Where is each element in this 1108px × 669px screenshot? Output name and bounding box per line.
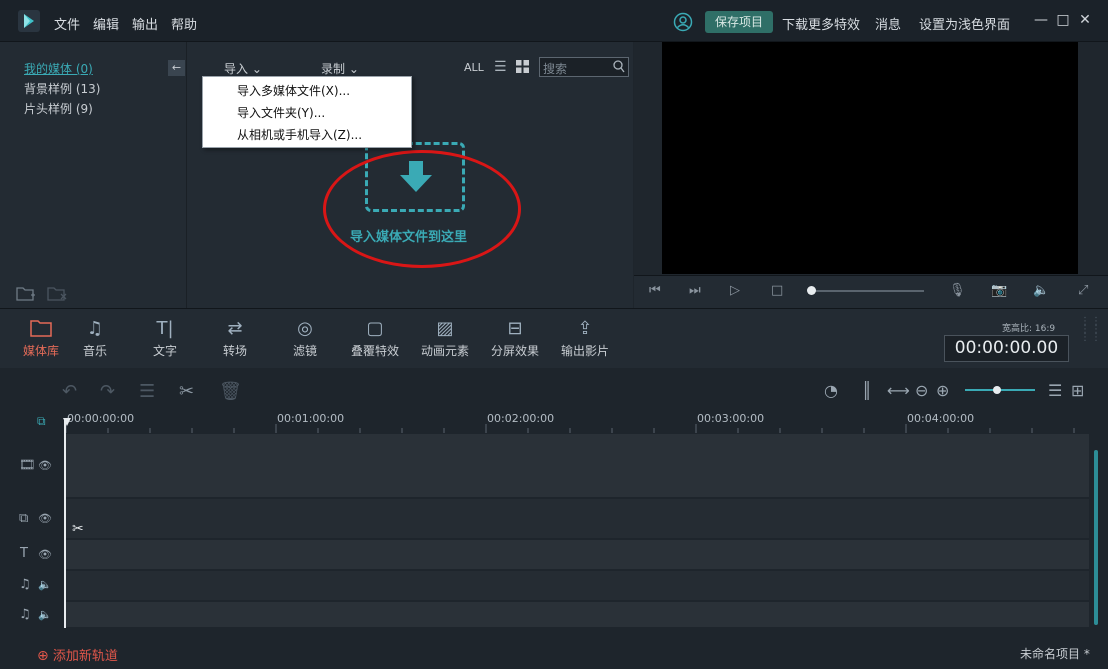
library-my-media[interactable]: 我的媒体 (0) xyxy=(24,60,93,77)
tab-transition[interactable]: ⇄ 转场 xyxy=(200,309,270,369)
music-note-icon: ♫ xyxy=(86,318,104,339)
filter-icon: ◎ xyxy=(297,318,313,339)
import-dropdown-menu: 导入多媒体文件(X)... 导入文件夹(Y)... 从相机或手机导入(Z)... xyxy=(202,76,412,148)
annotation-circle xyxy=(323,150,521,268)
zoom-out-icon[interactable]: ⊖ xyxy=(915,381,928,400)
overlay-film-icon: ⧉ xyxy=(19,511,29,526)
audio-note-icon-2: ♫ xyxy=(19,607,31,622)
text-visibility-eye-icon[interactable]: 👁 xyxy=(38,548,52,561)
audio-track-1[interactable] xyxy=(16,571,1089,601)
cut-icon[interactable]: ✂ xyxy=(179,381,194,402)
tab-music[interactable]: ♫ 音乐 xyxy=(60,309,130,369)
overlay-visibility-eye-icon[interactable]: 👁 xyxy=(38,512,52,525)
import-media-files-item[interactable]: 导入多媒体文件(X)... xyxy=(237,82,350,99)
track-visibility-eye-icon[interactable]: 👁 xyxy=(38,459,52,472)
maximize-icon[interactable]: □ xyxy=(1055,12,1071,28)
close-icon[interactable]: ✕ xyxy=(1077,12,1093,28)
tab-elements[interactable]: ▨ 动画元素 xyxy=(410,309,480,369)
audio-track-2[interactable] xyxy=(16,602,1089,628)
overlay-track[interactable] xyxy=(16,499,1089,539)
preview-progress-bar[interactable] xyxy=(809,290,924,292)
light-theme-link[interactable]: 设置为浅色界面 xyxy=(919,14,1010,33)
redo-icon[interactable]: ↷ xyxy=(100,381,115,402)
split-scissors-icon[interactable]: ✂ xyxy=(72,521,84,537)
tab-filter[interactable]: ◎ 滤镜 xyxy=(270,309,340,369)
audio-mixer-icon[interactable]: ║ xyxy=(862,381,872,400)
import-from-camera-item[interactable]: 从相机或手机导入(Z)... xyxy=(237,126,362,143)
list-view-icon[interactable]: ☰ xyxy=(494,59,507,75)
aspect-ratio-label: 宽高比: 16:9 xyxy=(1002,324,1056,334)
title-bar: 文件 编辑 输出 帮助 保存项目 下载更多特效 消息 设置为浅色界面 — □ ✕ xyxy=(0,0,1108,42)
export-icon: ⇪ xyxy=(577,318,593,339)
timeline-scrollbar[interactable] xyxy=(1094,450,1098,625)
grid-view-icon[interactable] xyxy=(516,60,529,76)
image-icon: ▨ xyxy=(436,318,454,339)
feature-toolbar: 媒体库 ♫ 音乐 T| 文字 ⇄ 转场 ◎ 滤镜 ▢ 叠覆特效 ▨ 动画元素 ⊟… xyxy=(0,308,1108,368)
preview-progress-handle[interactable] xyxy=(807,286,816,295)
playhead[interactable] xyxy=(64,418,66,628)
playhead-handle[interactable] xyxy=(63,418,71,426)
tab-overlay[interactable]: ▢ 叠覆特效 xyxy=(340,309,410,369)
split-screen-icon: ⊟ xyxy=(507,318,523,339)
search-placeholder: 搜索 xyxy=(543,62,568,76)
text-track-icon: T xyxy=(20,546,28,561)
timecode-display: 00:00:00.00 xyxy=(944,335,1069,362)
record-button[interactable]: 录制 ⌄ xyxy=(321,60,359,77)
film-icon: 🎞 xyxy=(19,458,36,473)
minimize-icon[interactable]: — xyxy=(1033,12,1049,28)
undo-icon[interactable]: ↶ xyxy=(62,381,77,402)
library-intro-samples[interactable]: 片头样例 (9) xyxy=(24,100,93,117)
text-icon: T| xyxy=(156,318,174,339)
overlay-icon: ▢ xyxy=(366,318,384,339)
collapse-arrow-icon[interactable]: ← xyxy=(168,60,185,76)
ruler-ticks xyxy=(65,424,1075,433)
adjust-icon[interactable]: ☰ xyxy=(139,381,155,402)
menu-file[interactable]: 文件 xyxy=(54,14,80,33)
project-name: 未命名项目 * xyxy=(1020,647,1090,661)
text-track[interactable] xyxy=(16,540,1089,570)
search-icon[interactable] xyxy=(613,60,625,76)
filter-all[interactable]: ALL xyxy=(464,61,484,74)
menu-help[interactable]: 帮助 xyxy=(171,14,197,33)
audio-note-icon: ♫ xyxy=(19,577,31,592)
drag-handle-icon[interactable]: ⋮⋮ ⋮⋮ ⋮⋮ xyxy=(1080,317,1101,343)
new-folder-icon[interactable] xyxy=(16,286,36,305)
search-box[interactable]: 搜索 xyxy=(539,57,629,77)
delete-icon[interactable]: 🗑 xyxy=(219,381,242,402)
tab-export[interactable]: ⇪ 输出影片 xyxy=(550,309,620,369)
download-effects-link[interactable]: 下载更多特效 xyxy=(782,14,860,33)
fit-timeline-icon[interactable]: ⟷ xyxy=(887,381,910,400)
audio-volume-icon[interactable]: 🔈 xyxy=(38,578,52,591)
audio-volume-icon-2[interactable]: 🔈 xyxy=(38,608,52,621)
snap-magnet-icon[interactable]: ⧉ xyxy=(37,414,46,429)
save-project-button[interactable]: 保存项目 xyxy=(705,11,773,33)
transition-icon: ⇄ xyxy=(227,318,243,339)
video-track[interactable] xyxy=(16,434,1089,498)
grid-menu-icon[interactable]: ⊞ xyxy=(1071,381,1084,400)
tab-split-screen[interactable]: ⊟ 分屏效果 xyxy=(480,309,550,369)
import-button[interactable]: 导入 ⌄ xyxy=(224,60,262,77)
menu-export[interactable]: 输出 xyxy=(132,14,158,33)
import-folder-item[interactable]: 导入文件夹(Y)... xyxy=(237,104,325,121)
tab-text[interactable]: T| 文字 xyxy=(130,309,200,369)
render-preview-icon[interactable]: ◔ xyxy=(824,381,838,400)
library-background-samples[interactable]: 背景样例 (13) xyxy=(24,80,100,97)
zoom-in-icon[interactable]: ⊕ xyxy=(936,381,949,400)
status-bar xyxy=(0,638,1108,669)
zoom-slider-handle[interactable] xyxy=(993,386,1001,394)
video-preview xyxy=(662,42,1078,274)
account-icon[interactable] xyxy=(673,12,693,35)
messages-link[interactable]: 消息 xyxy=(875,14,901,33)
app-logo-icon xyxy=(18,10,40,32)
menu-edit[interactable]: 编辑 xyxy=(93,14,119,33)
add-track-button[interactable]: ⊕ 添加新轨道 xyxy=(37,645,118,664)
list-menu-icon[interactable]: ☰ xyxy=(1048,381,1062,400)
delete-folder-icon[interactable] xyxy=(47,286,67,305)
